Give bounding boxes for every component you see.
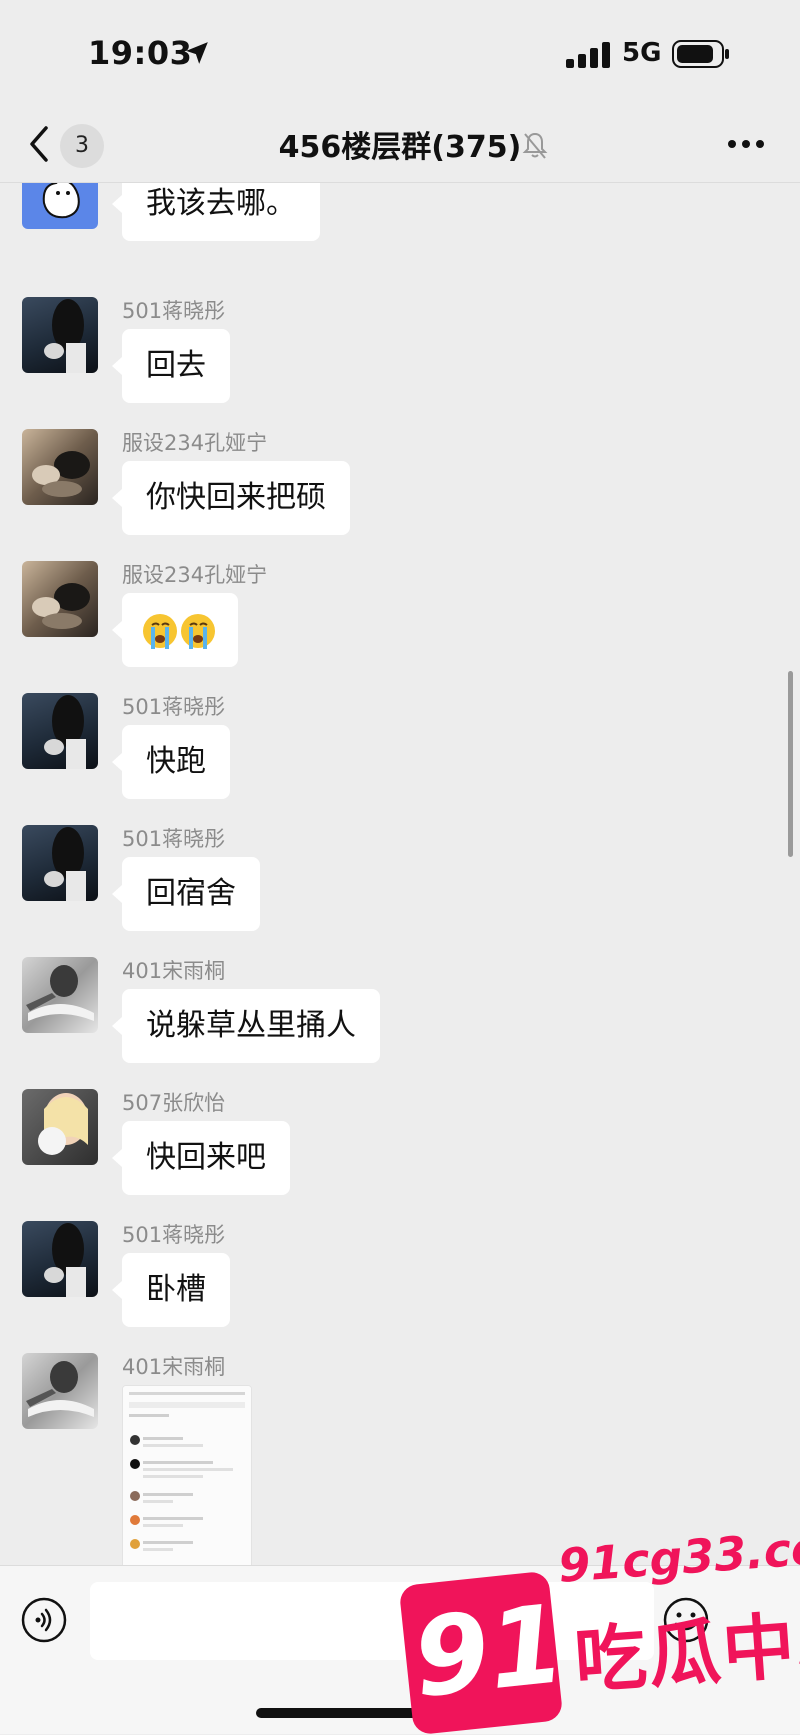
- avatar-photo: [44, 827, 86, 901]
- sender-name: 501蒋晓彤: [122, 1223, 226, 1247]
- avatar-photo: [26, 1361, 94, 1417]
- message-bubble[interactable]: 回去: [112, 329, 230, 403]
- avatar-photo: [26, 965, 94, 1021]
- avatar[interactable]: [22, 429, 98, 505]
- message-bubble[interactable]: 😭😭: [112, 593, 238, 667]
- message-bubble[interactable]: 快回来吧: [112, 1121, 290, 1195]
- bunny-avatar-icon: [42, 183, 80, 219]
- watermark-logo: 91 91cg33.com 吃瓜中心: [398, 1517, 800, 1735]
- sender-name: 401宋雨桐: [122, 1355, 226, 1379]
- message-bubble[interactable]: 我该去哪。: [112, 183, 320, 241]
- status-bar: 19:03 5G: [0, 0, 800, 110]
- crying-emoji-icon: [143, 613, 215, 649]
- location-arrow-icon: [186, 42, 208, 64]
- avatar-photo: [44, 695, 86, 769]
- avatar[interactable]: [22, 825, 98, 901]
- avatar[interactable]: [22, 1353, 98, 1429]
- avatar-photo: [32, 583, 90, 629]
- sender-name: 401宋雨桐: [122, 959, 226, 983]
- signal-strength-icon: [566, 42, 610, 68]
- battery-icon: [672, 40, 729, 68]
- sender-name: 501蒋晓彤: [122, 827, 226, 851]
- voice-input-icon[interactable]: [20, 1596, 68, 1644]
- avatar[interactable]: [22, 957, 98, 1033]
- message-bubble[interactable]: 卧槽: [112, 1253, 230, 1327]
- more-options-icon[interactable]: [726, 138, 766, 150]
- image-message-thumbnail[interactable]: [122, 1385, 252, 1565]
- network-type: 5G: [622, 38, 662, 68]
- message-bubble[interactable]: 回宿舍: [112, 857, 260, 931]
- sender-name: 服设234孔娅宁: [122, 563, 268, 587]
- avatar-photo: [38, 1093, 88, 1155]
- watermark-url: 91cg33.com: [556, 1517, 800, 1593]
- message-list[interactable]: 我该去哪。 501蒋晓彤 回去 服设234孔娅宁 你快回来把硕 服设234孔娅宁…: [0, 183, 800, 1565]
- sender-name: 507张欣怡: [122, 1091, 226, 1115]
- avatar-photo: [32, 451, 90, 497]
- chat-title: 456楼层群(375): [0, 122, 800, 166]
- avatar[interactable]: [22, 693, 98, 769]
- message-bubble[interactable]: 快跑: [112, 725, 230, 799]
- watermark-number: 91: [407, 1581, 571, 1722]
- scroll-indicator[interactable]: [788, 671, 793, 857]
- avatar-photo: [44, 1223, 86, 1297]
- sender-name: 501蒋晓彤: [122, 299, 226, 323]
- message-bubble[interactable]: 你快回来把硕: [112, 461, 350, 535]
- avatar[interactable]: [22, 1089, 98, 1165]
- status-time: 19:03: [88, 34, 193, 72]
- sender-name: 501蒋晓彤: [122, 695, 226, 719]
- muted-bell-icon: [522, 132, 548, 159]
- avatar[interactable]: [22, 561, 98, 637]
- sender-name: 服设234孔娅宁: [122, 431, 268, 455]
- avatar[interactable]: [22, 1221, 98, 1297]
- watermark-name: 吃瓜中心: [571, 1598, 800, 1704]
- message-bubble[interactable]: 说躲草丛里捅人: [112, 989, 380, 1063]
- avatar[interactable]: [22, 183, 98, 229]
- chat-title-text: 456楼层群(375): [278, 130, 522, 165]
- chat-header: 3 456楼层群(375): [0, 110, 800, 183]
- avatar[interactable]: [22, 297, 98, 373]
- screenshot-thumbnail: [123, 1386, 251, 1565]
- avatar-photo: [44, 299, 86, 373]
